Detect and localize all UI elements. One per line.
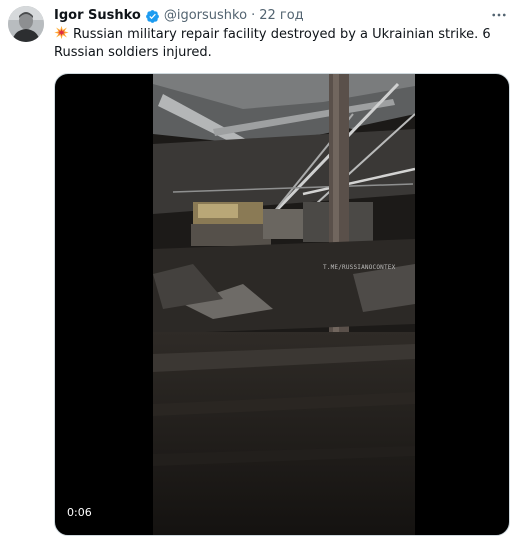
tweet-text-block: Russian military repair facility destroy…	[54, 25, 506, 62]
more-options-icon[interactable]	[490, 6, 508, 24]
tweet-timestamp[interactable]: 22 год	[259, 7, 303, 25]
tweet[interactable]: Igor Sushko @igorsushko · 22 год Russian…	[0, 0, 516, 540]
tweet-header: Igor Sushko @igorsushko · 22 год	[54, 7, 486, 25]
separator-dot: ·	[251, 8, 256, 23]
video-duration-badge: 0:06	[63, 505, 96, 521]
video-thumbnail	[153, 74, 415, 535]
avatar-image	[8, 6, 44, 42]
avatar[interactable]	[8, 6, 44, 42]
author-name[interactable]: Igor Sushko	[54, 7, 141, 25]
video-frame[interactable]	[153, 74, 415, 535]
video-player[interactable]: T.ME/RUSSIANOCONTEX 0:06	[54, 73, 510, 536]
tweet-text: Russian military repair facility destroy…	[54, 27, 491, 60]
collision-emoji-icon	[54, 25, 69, 40]
verified-badge-icon	[145, 9, 160, 24]
author-handle[interactable]: @igorsushko	[164, 7, 247, 25]
video-watermark: T.ME/RUSSIANOCONTEX	[323, 264, 396, 271]
